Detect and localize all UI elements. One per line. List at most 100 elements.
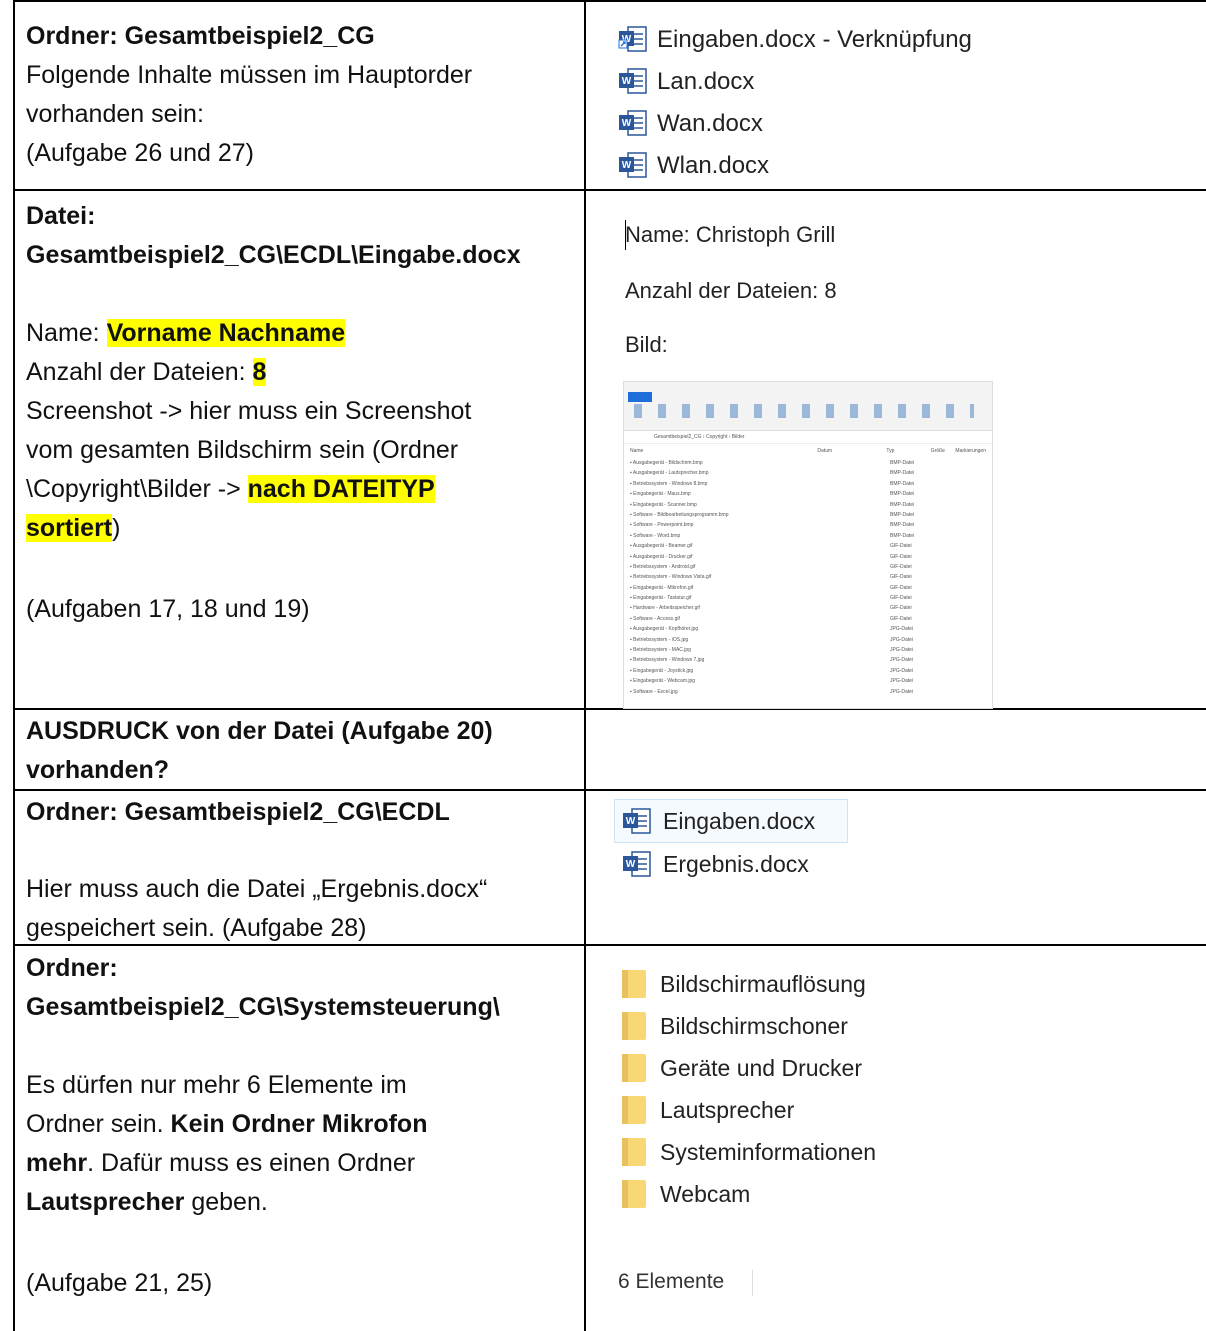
explorer-file-row[interactable]: ▪ Ausgabegerät - Lautsprecher.bmp BMP-Dat… xyxy=(630,468,986,478)
folder-item[interactable]: Bildschirmschoner xyxy=(620,1008,848,1044)
folder-label: Geräte und Drucker xyxy=(660,1054,862,1081)
folder-icon xyxy=(622,1054,646,1082)
explorer-file-row[interactable]: ▪ Ausgabegerät - Kopfhörer.jpg JPG-Datei xyxy=(630,624,986,634)
p2-bold: Kein Ordner Mikrofon xyxy=(170,1110,428,1138)
row4-heading: Ordner: Gesamtbeispiel2_CG\ECDL xyxy=(26,798,450,826)
col-name: Name xyxy=(630,448,644,454)
explorer-file-row[interactable]: ▪ Eingabegerät - Mikrofon.gif GIF-Datei xyxy=(630,583,986,593)
explorer-file-row[interactable]: ▪ Betriebssystem - Android.gif GIF-Datei xyxy=(630,562,986,572)
explorer-file-row[interactable]: ▪ Hardware - Arbeitsspeicher.gif GIF-Date… xyxy=(630,603,986,613)
row5-p3: mehr. Dafür muss es einen Ordner xyxy=(26,1144,415,1183)
col-type: Typ xyxy=(886,448,895,454)
p4-text: geben. xyxy=(184,1188,268,1216)
folder-item[interactable]: Bildschirmauflösung xyxy=(620,966,866,1002)
explorer-file-name: ▪ Ausgabegerät - Bildschirm.bmp xyxy=(630,460,703,466)
explorer-file-type: BMP-Datei xyxy=(890,501,915,508)
explorer-file-type: BMP-Datei xyxy=(890,470,915,477)
explorer-file-type: GIF-Datei xyxy=(890,543,912,550)
explorer-file-row[interactable]: ▪ Software - Excel.jpg JPG-Datei xyxy=(630,687,986,697)
row4-line-1: Hier muss auch die Datei „Ergebnis.docx“ xyxy=(26,875,488,903)
explorer-file-row[interactable]: ▪ Software - Bildbearbeitungsprogramm.bm… xyxy=(630,510,986,520)
explorer-file-row[interactable]: ▪ Eingabegerät - Tastatur.gif GIF-Datei xyxy=(630,593,986,603)
explorer-file-name: ▪ Eingabegerät - Maus.bmp xyxy=(630,491,691,498)
explorer-file-type: BMP-Datei xyxy=(890,480,915,487)
row5-p4: Lautsprecher geben. xyxy=(26,1183,268,1222)
explorer-file-name: ▪ Betriebssystem - iOS.jpg xyxy=(630,636,689,643)
file-lan[interactable]: Lan.docx xyxy=(657,68,754,96)
doc-name-line: Name: Christoph Grill xyxy=(625,222,836,247)
explorer-file-row[interactable]: ▪ Ausgabegerät - Bildschirm.bmp BMP-Datei xyxy=(630,458,986,468)
explorer-file-name: ▪ Eingabegerät - Webcam.jpg xyxy=(630,678,696,685)
explorer-file-type: GIF-Datei xyxy=(890,574,912,581)
row-divider-2 xyxy=(13,708,1206,710)
col-size: Größe xyxy=(930,448,945,454)
explorer-file-name: ▪ Ausgabegerät - Drucker.gif xyxy=(630,553,693,560)
file-shortcut-eingaben[interactable]: Eingaben.docx - Verknüpfung xyxy=(657,26,972,54)
explorer-file-row[interactable]: ▪ Eingabegerät - Webcam.jpg JPG-Datei xyxy=(630,676,986,686)
explorer-file-row[interactable]: ▪ Software - Word.bmp BMP-Datei xyxy=(630,531,986,541)
doc-bild-label: Bild: xyxy=(625,332,668,357)
explorer-file-name: ▪ Betriebssystem - Android.gif xyxy=(630,563,696,570)
explorer-ribbon xyxy=(624,382,992,431)
svg-text:W: W xyxy=(622,118,632,129)
row4-line-2: gespeichert sein. (Aufgabe 28) xyxy=(26,914,367,942)
row2-screenshot-2: vom gesamten Bildschirm sein (Ordner xyxy=(26,436,459,464)
svg-text:W: W xyxy=(626,859,636,870)
p2-text: Ordner sein. xyxy=(26,1110,171,1138)
folder-item[interactable]: Lautsprecher xyxy=(620,1092,794,1128)
name-label: Name: xyxy=(26,319,107,347)
file-eingaben[interactable]: Eingaben.docx xyxy=(663,808,815,835)
word-doc-icon: W xyxy=(619,152,647,178)
explorer-file-row[interactable]: ▪ Eingabegerät - Maus.bmp BMP-Datei xyxy=(630,489,986,499)
explorer-file-row[interactable]: ▪ Betriebssystem - Windows 7.jpg JPG-Date… xyxy=(630,655,986,665)
file-ergebnis[interactable]: Ergebnis.docx xyxy=(663,851,809,878)
word-doc-icon: W xyxy=(619,68,647,94)
folder-label: Lautsprecher xyxy=(660,1096,795,1123)
count-value-highlight: 8 xyxy=(252,358,267,386)
explorer-file-name: ▪ Eingabegerät - Scanner.bmp xyxy=(630,501,697,508)
explorer-file-row[interactable]: ▪ Betriebssystem - MAC.jpg JPG-Datei xyxy=(630,645,986,655)
explorer-file-name: ▪ Hardware - Arbeitsspeicher.gif xyxy=(630,605,700,612)
row-divider-1 xyxy=(13,189,1206,191)
explorer-file-name: ▪ Software - Excel.jpg xyxy=(630,688,678,695)
explorer-file-row[interactable]: ▪ Software - Access.gif GIF-Datei xyxy=(630,614,986,624)
row5-p1: Es dürfen nur mehr 6 Elemente im xyxy=(26,1071,407,1099)
folder-item[interactable]: Systeminformationen xyxy=(620,1134,876,1170)
explorer-file-name: ▪ Ausgabegerät - Lautsprecher.bmp xyxy=(630,470,709,477)
explorer-file-row[interactable]: ▪ Betriebssystem - Windows 8.bmp BMP-Date… xyxy=(630,479,986,489)
explorer-file-name: ▪ Ausgabegerät - Beamer.gif xyxy=(630,543,693,550)
word-doc-icon: W xyxy=(619,110,647,136)
file-wlan[interactable]: Wlan.docx xyxy=(657,152,769,180)
explorer-file-type: JPG-Datei xyxy=(890,657,914,664)
sort-highlight-2: sortiert xyxy=(26,514,113,542)
p3-text: . Dafür muss es einen Ordner xyxy=(87,1149,416,1177)
folder-label: Systeminformationen xyxy=(660,1138,877,1165)
folder-icon xyxy=(622,1138,646,1166)
row3-line-2: vorhanden? xyxy=(26,756,170,784)
explorer-file-name: ▪ Software - Access.gif xyxy=(630,615,680,622)
row1-text-3: (Aufgabe 26 und 27) xyxy=(26,139,254,167)
explorer-file-row[interactable]: ▪ Betriebssystem - Windows Vista.gif GIF-… xyxy=(630,572,986,582)
folder-icon xyxy=(622,1180,646,1208)
explorer-file-type: JPG-Datei xyxy=(890,626,914,633)
explorer-file-row[interactable]: ▪ Eingabegerät - Scanner.bmp BMP-Datei xyxy=(630,500,986,510)
table-top-border xyxy=(13,0,1206,2)
explorer-file-row[interactable]: ▪ Ausgabegerät - Drucker.gif GIF-Datei xyxy=(630,552,986,562)
row1-text-2: vorhanden sein: xyxy=(26,100,204,128)
explorer-file-row[interactable]: ▪ Betriebssystem - iOS.jpg JPG-Datei xyxy=(630,635,986,645)
folder-icon xyxy=(622,1096,646,1124)
element-count: 6 Elemente xyxy=(618,1270,725,1293)
explorer-file-name: ▪ Betriebssystem - Windows 8.bmp xyxy=(630,480,708,487)
file-wan[interactable]: Wan.docx xyxy=(657,110,763,138)
row2-screenshot-1: Screenshot -> hier muss ein Screenshot xyxy=(26,397,472,425)
row3-line-1: AUSDRUCK von der Datei (Aufgabe 20) xyxy=(26,717,493,745)
explorer-file-type: BMP-Datei xyxy=(890,532,915,539)
row2-count-line: Anzahl der Dateien: 8 xyxy=(26,353,267,392)
explorer-file-row[interactable]: ▪ Software - Powerpoint.bmp BMP-Datei xyxy=(630,520,986,530)
explorer-path: Gesamtbeispiel2_CG › Copyright › Bilder xyxy=(624,431,992,444)
folder-item[interactable]: Geräte und Drucker xyxy=(620,1050,862,1086)
folder-item[interactable]: Webcam xyxy=(620,1176,750,1212)
explorer-file-row[interactable]: ▪ Ausgabegerät - Beamer.gif GIF-Datei xyxy=(630,541,986,551)
row5-tasks: (Aufgabe 21, 25) xyxy=(26,1269,213,1297)
explorer-file-row[interactable]: ▪ Eingabegerät - Joystick.jpg JPG-Datei xyxy=(630,666,986,676)
